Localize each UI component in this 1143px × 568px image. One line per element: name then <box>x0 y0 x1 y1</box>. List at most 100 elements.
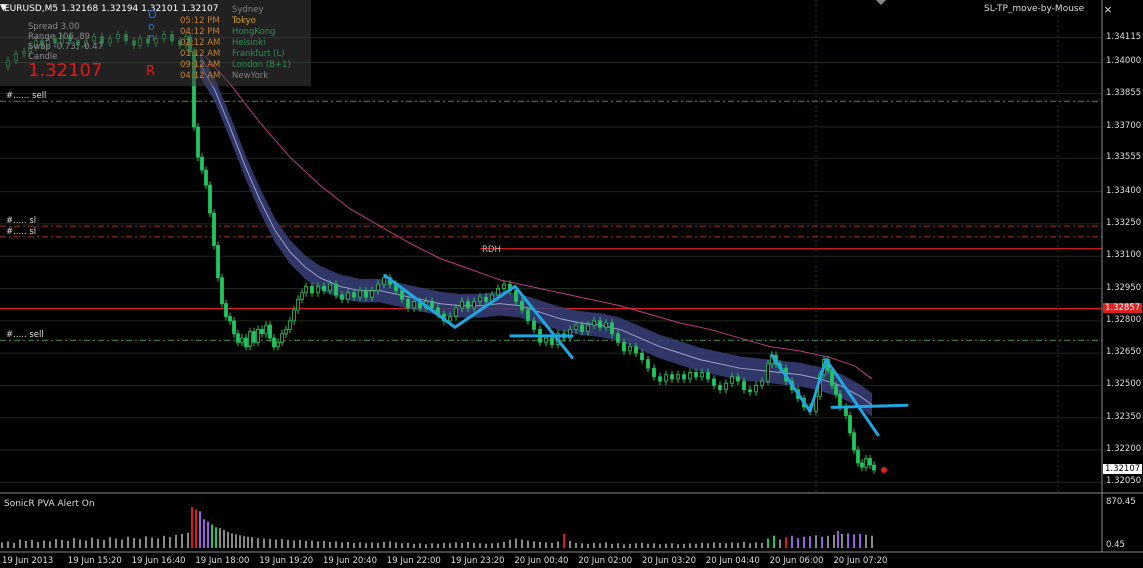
price-tick-7: 1.33100 <box>1106 250 1142 261</box>
candle-body-80 <box>454 307 458 317</box>
time-tick-2: 19 Jun 16:40 <box>131 556 186 566</box>
flag-mark: R <box>146 64 156 79</box>
price-tick-9: 1.32800 <box>1106 314 1142 325</box>
level-label-2: #..... sl <box>6 226 37 237</box>
time-tick-1: 19 Jun 15:20 <box>67 556 122 566</box>
session-time-5: 09:12 AM <box>180 60 221 70</box>
candle-body-105 <box>604 322 608 328</box>
candle-body-154 <box>868 458 872 466</box>
level-label-0: #...... sell <box>6 91 47 102</box>
candle-body-121 <box>700 372 704 378</box>
candle-body-54 <box>300 292 304 300</box>
candle-body-66 <box>370 290 374 298</box>
candle-body-117 <box>676 374 680 380</box>
candle-body-71 <box>400 290 404 300</box>
collapse-triangle-icon[interactable]: ▼ <box>0 3 7 13</box>
symbol-header: EURUSD,M5 1.32168 1.32194 1.32101 1.3210… <box>4 4 219 14</box>
candle-body-119 <box>688 372 692 380</box>
time-tick-13: 20 Jun 07:20 <box>833 556 888 566</box>
candle-body-60 <box>334 283 338 296</box>
session-time-2: 04:12 PM <box>180 27 220 37</box>
candle-body-153 <box>864 458 868 468</box>
price-tick-12: 1.32350 <box>1106 411 1142 422</box>
price-tick-11: 1.32500 <box>1106 379 1142 390</box>
candle-body-152 <box>860 462 864 468</box>
candle-body-79 <box>448 316 452 322</box>
candle-body-61 <box>340 294 344 300</box>
session-city-4: Frankfurt (L) <box>232 49 285 59</box>
candle-body-127 <box>736 376 740 382</box>
candle-body-92 <box>526 309 530 322</box>
candle-body-45 <box>264 324 268 335</box>
candle-body-111 <box>640 352 644 360</box>
candle-body-95 <box>544 337 548 343</box>
price-tick-4: 1.33555 <box>1106 152 1142 163</box>
candle-body-131 <box>760 380 764 386</box>
candle-body-88 <box>502 283 506 289</box>
swap-line: Swap -0.73, -0.47 <box>28 42 104 52</box>
candle-body-46 <box>268 324 272 339</box>
session-time-4: 01:12 AM <box>180 49 221 59</box>
candle-body-85 <box>484 296 488 302</box>
session-time-6: 04:12 AM <box>180 71 221 81</box>
candle-body-48 <box>276 341 280 348</box>
candle-body-125 <box>724 382 728 391</box>
candle-body-82 <box>466 301 470 309</box>
candle-body-96 <box>550 337 554 345</box>
candle-body-49 <box>280 333 284 343</box>
time-tick-0: 19 Jun 2013 <box>2 556 54 566</box>
candle-body-65 <box>364 290 368 298</box>
candle-body-109 <box>628 346 632 352</box>
volume-min-label: 0.45 <box>1106 540 1125 550</box>
dot-n: n <box>148 31 155 44</box>
candle-body-55 <box>304 285 308 294</box>
current-price-tag: 1.32107 <box>1103 464 1143 475</box>
session-city-6: NewYork <box>232 71 269 81</box>
candle-body-151 <box>856 449 860 464</box>
candle-body-43 <box>256 329 260 343</box>
candle-body-122 <box>706 372 710 380</box>
price-tick-14: 1.32050 <box>1106 476 1142 487</box>
candle-body-36 <box>228 316 232 322</box>
candle-body-30 <box>204 169 208 186</box>
candle-body-34 <box>220 277 224 304</box>
candle-body-118 <box>682 374 686 380</box>
candle-body-147 <box>838 393 842 408</box>
candle-body-130 <box>754 385 758 393</box>
candle-body-73 <box>412 301 416 309</box>
candle-body-41 <box>248 331 252 348</box>
candle-body-113 <box>652 367 656 378</box>
candle-body-39 <box>240 337 244 343</box>
session-city-0: Sydney <box>232 5 264 15</box>
price-tick-2: 1.33855 <box>1106 87 1142 98</box>
session-city-1: Tokyo <box>232 16 256 26</box>
volume-max-label: 870.45 <box>1106 497 1136 507</box>
candle-body-29 <box>200 156 204 171</box>
candle-body-87 <box>496 288 500 296</box>
candle-body-104 <box>598 320 602 328</box>
level-label-1: #..... sl <box>6 216 37 227</box>
price-tick-5: 1.33400 <box>1106 185 1142 196</box>
candle-body-63 <box>352 292 356 298</box>
candle-body-52 <box>292 309 296 322</box>
indicator-title: SL-TP_move-by-Mouse <box>984 4 1085 14</box>
level-label-3: #..... sell <box>6 330 44 341</box>
close-icon[interactable]: × <box>1103 4 1113 15</box>
spread-line: Spread 3.00 <box>28 22 80 32</box>
candle-body-35 <box>224 303 228 317</box>
candle-body-81 <box>460 301 464 309</box>
candle-body-120 <box>694 372 698 378</box>
candle-body-128 <box>742 380 746 391</box>
candle-body-100 <box>574 324 578 330</box>
candle-body-42 <box>252 331 256 343</box>
candle-body-103 <box>592 320 596 326</box>
candle-body-33 <box>216 245 220 279</box>
candle-body-84 <box>478 296 482 302</box>
candle-body-72 <box>406 298 410 309</box>
candle-body-124 <box>718 385 722 391</box>
candle-body-47 <box>272 337 276 348</box>
candle-body-53 <box>296 298 300 311</box>
time-tick-6: 19 Jun 22:00 <box>386 556 441 566</box>
price-tick-0: 1.34115 <box>1106 31 1142 42</box>
candle-body-37 <box>232 320 236 335</box>
